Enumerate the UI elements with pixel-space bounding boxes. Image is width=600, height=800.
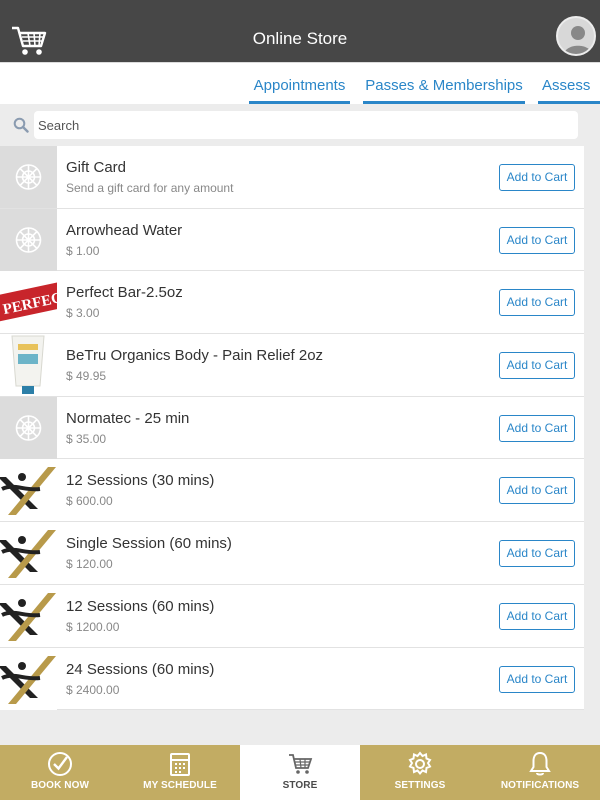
tab-appointments[interactable]: Appointments (249, 77, 350, 104)
check-circle-icon (48, 752, 72, 776)
betru-tube-image (0, 334, 57, 397)
bottom-nav: BOOK NOW MY SCHEDULE STORE SETTINGS NOTI… (0, 745, 600, 800)
item-name: 24 Sessions (60 mins) (66, 660, 215, 678)
item-price: $ 120.00 (66, 557, 113, 572)
nav-settings[interactable]: SETTINGS (360, 745, 480, 800)
add-to-cart-button[interactable]: Add to Cart (499, 289, 575, 317)
category-tabs: Appointments Passes & Memberships Assess (0, 62, 600, 104)
bell-icon (529, 751, 551, 776)
search-bar (0, 104, 600, 146)
item-name: BeTru Organics Body - Pain Relief 2oz (66, 347, 324, 365)
add-to-cart-button[interactable]: Add to Cart (499, 414, 575, 442)
nav-label: BOOK NOW (30, 780, 90, 791)
list-item[interactable]: Single Session (60 mins) $ 120.00 Add to… (0, 522, 584, 585)
product-list: Gift Card Send a gift card for any amoun… (0, 146, 584, 711)
nav-my-schedule[interactable]: MY SCHEDULE (120, 745, 240, 800)
item-name: Normatec - 25 min (66, 409, 190, 427)
list-item[interactable]: Normatec - 25 min $ 35.00 Add to Cart (0, 396, 584, 460)
add-to-cart-button[interactable]: Add to Cart (499, 665, 575, 693)
item-name: Gift Card (66, 159, 127, 176)
list-item[interactable]: Gift Card Send a gift card for any amoun… (0, 146, 584, 209)
item-name: Arrowhead Water (66, 221, 183, 239)
list-item[interactable]: PERFECT Perfect Bar-2.5oz $ 3.00 Add to … (0, 271, 584, 335)
item-name: Single Session (60 mins) (66, 535, 232, 553)
x-logo (0, 522, 57, 585)
item-price: $ 35.00 (66, 431, 107, 446)
nav-store[interactable]: STORE (240, 745, 360, 800)
item-price: $ 2400.00 (66, 682, 120, 697)
list-item[interactable]: BeTru Organics Body - Pain Relief 2oz $ … (0, 334, 584, 397)
calendar-icon (170, 753, 190, 776)
user-avatar-icon[interactable] (556, 16, 596, 56)
add-to-cart-button[interactable]: Add to Cart (499, 540, 575, 568)
list-item[interactable]: 24 Sessions (60 mins) $ 2400.00 Add to C… (0, 647, 584, 711)
tab-passes-memberships[interactable]: Passes & Memberships (363, 77, 525, 104)
add-to-cart-button[interactable]: Add to Cart (499, 602, 575, 630)
add-to-cart-button[interactable]: Add to Cart (499, 477, 575, 505)
search-icon (13, 117, 29, 133)
nav-notifications[interactable]: NOTIFICATIONS (480, 745, 600, 800)
item-price: $ 49.95 (66, 369, 107, 384)
flower-placeholder-icon (0, 208, 57, 271)
list-item[interactable]: 12 Sessions (30 mins) $ 600.00 Add to Ca… (0, 459, 584, 523)
page-title: Online Store (252, 29, 348, 48)
list-item[interactable]: 12 Sessions (60 mins) $ 1200.00 Add to C… (0, 584, 584, 648)
add-to-cart-button[interactable]: Add to Cart (499, 164, 575, 191)
nav-label: SETTINGS (394, 780, 446, 791)
nav-label: MY SCHEDULE (143, 780, 217, 791)
add-to-cart-button[interactable]: Add to Cart (499, 352, 575, 380)
shopping-cart-icon (289, 754, 313, 774)
add-to-cart-button[interactable]: Add to Cart (499, 226, 575, 254)
item-name: 12 Sessions (30 mins) (66, 472, 215, 490)
nav-book-now[interactable]: BOOK NOW (0, 745, 120, 800)
nav-label: NOTIFICATIONS (500, 780, 580, 791)
flower-placeholder-icon (0, 396, 57, 459)
item-name: Perfect Bar-2.5oz (66, 284, 183, 302)
item-price: $ 3.00 (66, 306, 100, 321)
perfect-bar-logo: PERFECT (0, 271, 57, 334)
item-name: 12 Sessions (60 mins) (66, 597, 215, 615)
item-description: Send a gift card for any amount (66, 181, 234, 195)
nav-label: STORE (282, 780, 318, 791)
flower-placeholder-icon (0, 146, 57, 208)
x-logo (0, 647, 57, 710)
tab-assessments[interactable]: Assess (538, 77, 600, 104)
item-price: $ 600.00 (66, 494, 113, 509)
item-price: $ 1200.00 (66, 619, 120, 634)
list-item[interactable]: Arrowhead Water $ 1.00 Add to Cart (0, 208, 584, 272)
item-price: $ 1.00 (66, 243, 100, 258)
gear-icon (408, 751, 432, 776)
search-input[interactable] (34, 111, 578, 139)
x-logo (0, 459, 57, 522)
x-logo (0, 584, 57, 647)
